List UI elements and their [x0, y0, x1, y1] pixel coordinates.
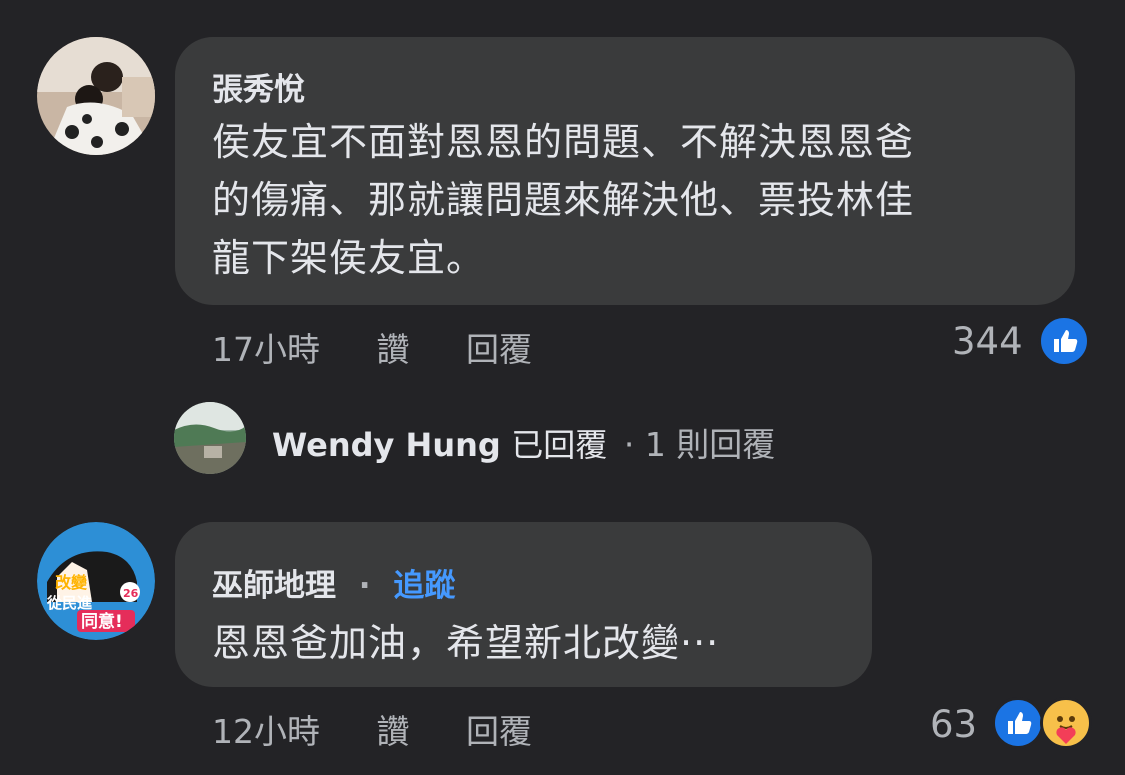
avatar-photo [37, 37, 155, 155]
reaction-count[interactable]: 344 [952, 320, 1023, 363]
separator: · [623, 425, 635, 464]
commenter-avatar[interactable] [37, 37, 155, 155]
like-icon[interactable] [1038, 315, 1090, 367]
comment-text-line: 侯友宜不面對恩恩的問題、不解決恩恩爸 [212, 120, 915, 164]
separator: · [358, 568, 371, 604]
comment-text: 恩恩爸加油，希望新北改變··· [212, 621, 720, 665]
svg-text:改變: 改變 [55, 573, 88, 592]
reply-count: 1 則回覆 [644, 425, 776, 464]
avatar-logo: 改變 從民進 同意! 26 [37, 522, 155, 640]
comment-actions: 12小時 讚 回覆 [212, 705, 532, 753]
avatar-photo [174, 402, 246, 474]
like-button[interactable]: 讚 [377, 712, 410, 751]
care-icon[interactable] [1040, 697, 1092, 749]
like-button[interactable]: 讚 [377, 330, 410, 369]
comment-actions: 17小時 讚 回覆 [212, 323, 532, 371]
reply-author: Wendy Hung [272, 426, 501, 464]
svg-text:從民進: 從民進 [46, 594, 93, 612]
comment-author[interactable]: 巫師地理 [212, 568, 336, 604]
reply-button[interactable]: 回覆 [466, 712, 532, 751]
comment-author[interactable]: 張秀悅 [212, 64, 305, 109]
comment-text: 侯友宜不面對恩恩的問題、不解決恩恩爸 的傷痛、那就讓問題來解決他、票投林佳 龍下… [212, 113, 1052, 287]
comment-timestamp[interactable]: 12小時 [212, 712, 320, 751]
reply-button[interactable]: 回覆 [466, 330, 532, 369]
like-icon[interactable] [992, 697, 1044, 749]
reply-action: 已回覆 [511, 426, 608, 464]
commenter-avatar[interactable]: 改變 從民進 同意! 26 [37, 522, 155, 640]
svg-text:同意!: 同意! [81, 611, 123, 632]
svg-text:26: 26 [123, 587, 139, 600]
reply-avatar[interactable] [174, 402, 246, 474]
comment-text-line: 的傷痛、那就讓問題來解決他、票投林佳 [212, 178, 915, 222]
comment-timestamp[interactable]: 17小時 [212, 330, 320, 369]
comment-text-line: 龍下架侯友宜。 [212, 236, 486, 280]
reaction-count[interactable]: 63 [930, 703, 977, 746]
view-replies-link[interactable]: Wendy Hung 已回覆 · 1 則回覆 [272, 418, 775, 466]
follow-button[interactable]: 追蹤 [393, 568, 455, 604]
comment-author-row: 巫師地理 · 追蹤 [212, 560, 455, 605]
